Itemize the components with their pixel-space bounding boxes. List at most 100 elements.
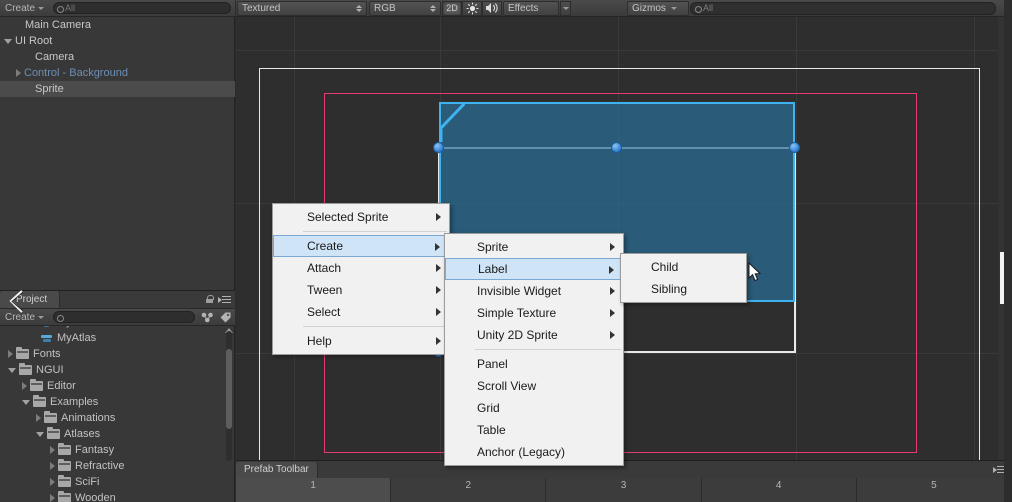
resize-handle-top-right[interactable] [789, 142, 800, 153]
menu-item[interactable]: Grid [445, 397, 623, 419]
context-menu-label[interactable]: Child Sibling [620, 253, 747, 303]
folder-icon [58, 458, 71, 471]
menu-item-label: Tween [307, 283, 343, 297]
menu-item[interactable]: Help [273, 330, 449, 352]
project-row[interactable]: MyAtlas [0, 330, 235, 346]
menu-item[interactable]: Sibling [621, 278, 746, 300]
filter-by-label-icon[interactable] [217, 310, 233, 324]
chevron-right-icon[interactable] [16, 69, 21, 77]
hierarchy-row[interactable]: Camera [0, 49, 235, 65]
draw-mode-dropdown[interactable]: Textured [237, 0, 367, 16]
project-row[interactable]: Fonts [0, 346, 235, 362]
menu-item[interactable]: Child [621, 256, 746, 278]
project-search-input[interactable] [53, 311, 195, 323]
project-row[interactable]: Fantasy [0, 442, 235, 458]
hierarchy-create-button[interactable]: Create [0, 1, 49, 16]
menu-item[interactable]: Select [273, 301, 449, 323]
menu-item[interactable]: Simple Texture [445, 302, 623, 324]
menu-separator [475, 349, 621, 350]
chevron-updown-icon [422, 4, 436, 12]
project-row[interactable]: Atlases [0, 426, 235, 442]
chevron-right-icon[interactable] [50, 478, 55, 486]
menu-item[interactable]: Label [445, 258, 623, 280]
project-row[interactable]: Refractive [0, 458, 235, 474]
color-mode-dropdown[interactable]: RGB [369, 0, 441, 16]
menu-item[interactable]: Panel [445, 353, 623, 375]
chevron-right-icon[interactable] [36, 414, 41, 422]
chevron-right-icon[interactable] [22, 382, 27, 390]
hierarchy-row[interactable]: Control - Background [0, 65, 235, 81]
project-row[interactable]: NGUI [0, 362, 235, 378]
grid-line-horizontal [236, 50, 998, 51]
chevron-right-icon[interactable] [50, 494, 55, 502]
chevron-down-icon[interactable] [4, 38, 12, 44]
hierarchy-panel: Create All Main Camera UI Root Camera Contr… [0, 0, 235, 290]
menu-item[interactable]: Invisible Widget [445, 280, 623, 302]
chevron-down-icon [670, 6, 677, 10]
tab-project[interactable]: Project [0, 291, 61, 308]
project-row-label: Atlases [64, 428, 101, 440]
panel-options-icon[interactable] [218, 296, 231, 304]
resize-handle-top-center[interactable] [611, 142, 622, 153]
prefab-tabbar: Prefab Toolbar [236, 461, 1012, 478]
chevron-right-icon[interactable] [8, 350, 13, 358]
context-menu-root[interactable]: Selected Sprite Create Attach Tween Select He… [272, 203, 450, 355]
effects-label: Effects [508, 2, 539, 14]
project-scrollbar[interactable] [226, 331, 232, 461]
hierarchy-tree[interactable]: Main Camera UI Root Camera Control - Backgr… [0, 17, 235, 290]
folder-icon [58, 442, 71, 455]
hierarchy-row[interactable]: Sprite [0, 81, 235, 97]
lighting-toggle-button[interactable] [462, 0, 482, 16]
folder-icon [30, 378, 43, 391]
project-create-button[interactable]: Create [0, 310, 49, 325]
prefab-cell[interactable]: 5 [856, 478, 1012, 502]
scene-toolbar: Textured RGB 2D Effects Gizmos All [236, 0, 1012, 17]
menu-separator [303, 326, 447, 327]
prefab-cell[interactable]: 1 [236, 478, 392, 502]
chevron-right-icon[interactable] [50, 462, 55, 470]
prefab-cell[interactable]: 4 [701, 478, 857, 502]
effects-caret-button[interactable] [560, 0, 571, 16]
project-row-label: MyAtlas [57, 332, 97, 344]
toggle-2d-button[interactable]: 2D [442, 0, 462, 16]
lock-icon[interactable] [206, 295, 214, 303]
prefab-cell-row[interactable]: 1 2 3 4 5 [236, 478, 1012, 502]
project-row[interactable]: Wooden [0, 490, 235, 502]
menu-item[interactable]: Unity 2D Sprite [445, 324, 623, 346]
scene-search-input[interactable]: All [690, 1, 996, 15]
filter-by-type-icon[interactable] [199, 310, 215, 324]
menu-item[interactable]: Tween [273, 279, 449, 301]
menu-item[interactable]: Create [273, 235, 449, 257]
chevron-down-icon[interactable] [36, 431, 44, 437]
effects-dropdown[interactable]: Effects [503, 0, 559, 16]
menu-item[interactable]: Selected Sprite [273, 206, 449, 228]
project-row[interactable]: Editor [0, 378, 235, 394]
context-menu-create[interactable]: Sprite Label Invisible Widget Simple Textur… [444, 233, 624, 466]
folder-icon [58, 490, 71, 502]
hierarchy-search-input[interactable]: All [53, 2, 231, 14]
menu-item[interactable]: Sprite [445, 236, 623, 258]
gizmos-dropdown[interactable]: Gizmos [627, 0, 689, 16]
menu-item-label: Create [307, 239, 344, 253]
project-row-label: Fonts [33, 348, 61, 360]
resize-handle-top-left[interactable] [433, 142, 444, 153]
chevron-right-icon[interactable] [50, 446, 55, 454]
audio-toggle-button[interactable] [482, 0, 502, 16]
project-row[interactable]: SciFi [0, 474, 235, 490]
project-row[interactable]: Animations [0, 410, 235, 426]
project-tree[interactable]: MyAtlasMyAtlasFontsNGUIEditorExamplesAni… [0, 314, 235, 502]
menu-item[interactable]: Table [445, 419, 623, 441]
sprite-corner-bevel [439, 102, 465, 142]
hierarchy-row[interactable]: UI Root [0, 33, 235, 49]
project-row[interactable]: Examples [0, 394, 235, 410]
menu-item[interactable]: Anchor (Legacy) [445, 441, 623, 463]
menu-item[interactable]: Attach [273, 257, 449, 279]
prefab-cell[interactable]: 3 [546, 478, 702, 502]
chevron-down-icon[interactable] [22, 399, 30, 405]
menu-item[interactable]: Scroll View [445, 375, 623, 397]
scene-search-placeholder: All [703, 3, 714, 13]
chevron-down-icon[interactable] [8, 367, 16, 373]
hierarchy-row[interactable]: Main Camera [0, 17, 235, 33]
tab-prefab-toolbar[interactable]: Prefab Toolbar [236, 461, 318, 478]
prefab-cell[interactable]: 2 [391, 478, 547, 502]
